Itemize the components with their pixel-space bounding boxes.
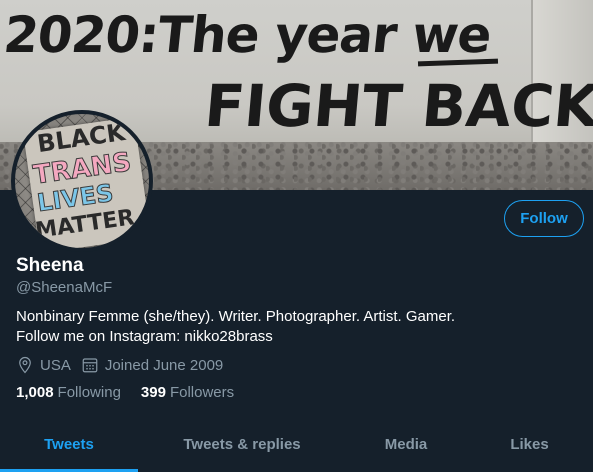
following-label: Following [57, 384, 121, 401]
follow-button[interactable]: Follow [504, 200, 584, 237]
banner-graffiti-line1: 2020:The year we [0, 6, 494, 64]
profile-meta: USA Joined June 2009 [16, 354, 233, 376]
tab-tweets-and-replies[interactable]: Tweets & replies [138, 417, 346, 472]
following-count: 1,008 [16, 384, 54, 401]
bio-line: Nonbinary Femme (she/they). Writer. Phot… [16, 308, 456, 325]
location-text: USA [40, 356, 71, 374]
profile-bio: Nonbinary Femme (she/they). Writer. Phot… [16, 307, 576, 347]
profile-tabs: Tweets Tweets & replies Media Likes [0, 417, 593, 472]
followers-label: Followers [169, 384, 235, 401]
calendar-icon [82, 358, 98, 373]
user-handle: @SheenaMcF [16, 279, 113, 296]
followers-link[interactable]: 399 Followers [141, 384, 234, 401]
display-name: Sheena [16, 255, 84, 276]
banner-graffiti-line2: FIGHT BACK [202, 72, 593, 140]
avatar[interactable]: BLACK TRANS LIVES MATTER [11, 110, 153, 252]
joined-item: Joined June 2009 [81, 356, 223, 374]
joined-text: Joined June 2009 [104, 356, 224, 374]
follow-counts: 1,008 Following 399 Followers [16, 384, 254, 401]
bio-line: Follow me on Instagram: nikko28brass [16, 328, 273, 345]
location-pin-icon [19, 356, 31, 374]
following-link[interactable]: 1,008 Following [16, 384, 121, 401]
tab-media[interactable]: Media [346, 417, 466, 472]
tab-likes[interactable]: Likes [466, 417, 593, 472]
location-item: USA [16, 356, 71, 374]
followers-count: 399 [140, 384, 166, 401]
tab-tweets[interactable]: Tweets [0, 417, 138, 472]
